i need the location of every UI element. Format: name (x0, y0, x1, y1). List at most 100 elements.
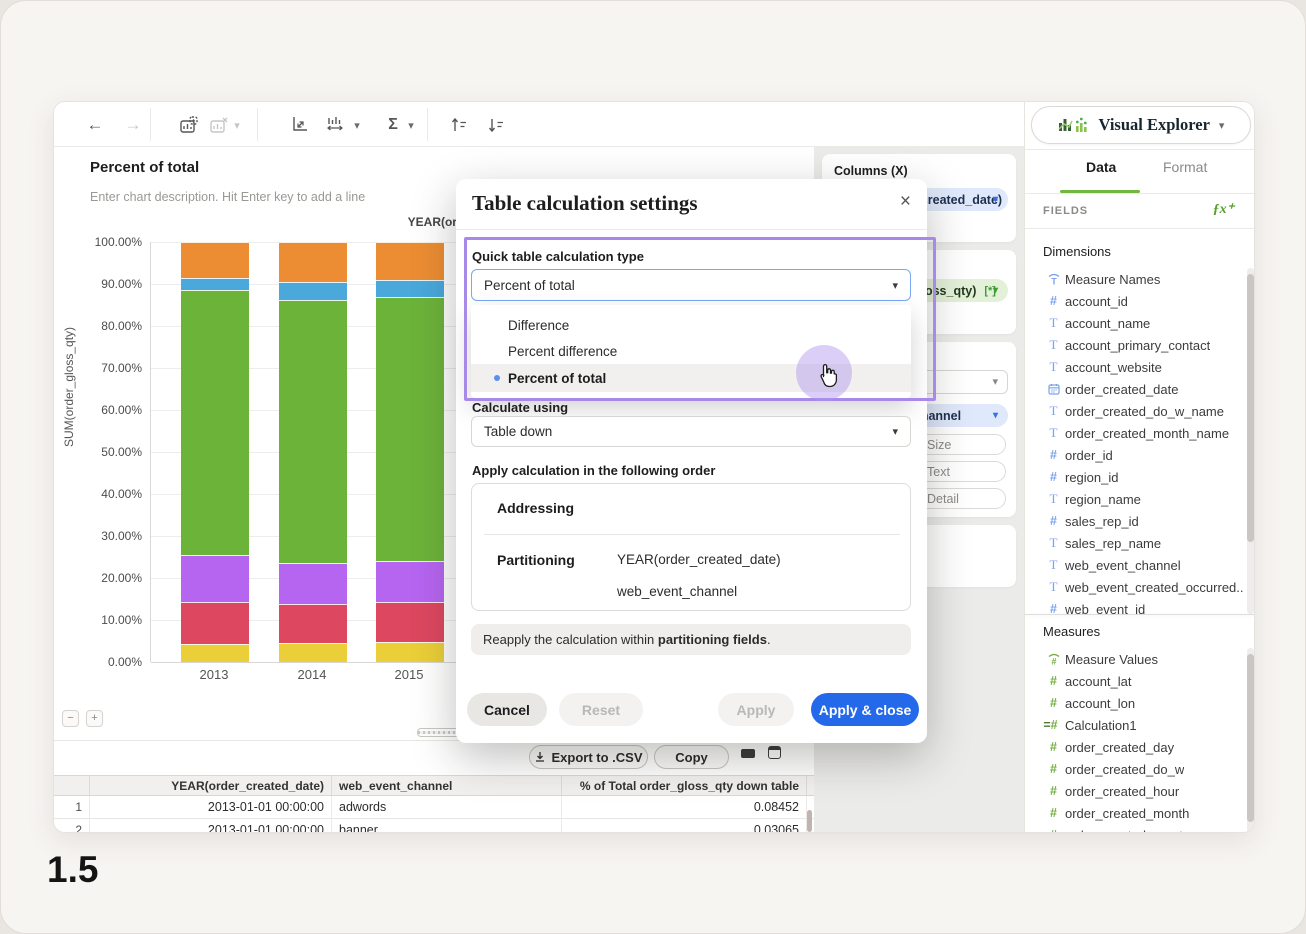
apply-order-label: Apply calculation in the following order (472, 463, 715, 478)
sort-descending-icon[interactable] (483, 112, 509, 138)
cancel-button[interactable]: Cancel (467, 693, 547, 726)
back-icon[interactable]: ← (82, 112, 108, 138)
field-label: Calculation1 (1065, 718, 1137, 733)
bar-segment-segment_purple[interactable] (376, 561, 444, 601)
dimension-field-item[interactable]: Torder_created_do_w_name (1025, 400, 1243, 422)
pill-caret-icon[interactable]: ▾ (993, 285, 998, 296)
dimension-field-item[interactable]: Taccount_primary_contact (1025, 334, 1243, 356)
calculate-using-label: Calculate using (472, 400, 568, 415)
table-vertical-scrollbar[interactable] (807, 810, 812, 832)
bar-segment-segment_yellow[interactable] (181, 644, 249, 662)
measure-field-item[interactable]: #order_created_hour (1025, 780, 1243, 802)
dimension-field-item[interactable]: #web_event_id (1025, 598, 1243, 614)
pill-caret-icon[interactable]: ▾ (993, 410, 998, 421)
field-label: order_created_hour (1065, 784, 1179, 799)
bar-segment-segment_red[interactable] (376, 602, 444, 643)
tab-format[interactable]: Format (1163, 159, 1207, 175)
measure-field-item[interactable]: #Measure Values (1025, 648, 1243, 670)
apply-and-close-button[interactable]: Apply & close (811, 693, 919, 726)
reset-button[interactable]: Reset (559, 693, 643, 726)
dimension-field-item[interactable]: Tregion_name (1025, 488, 1243, 510)
chart-description-placeholder[interactable]: Enter chart description. Hit Enter key t… (90, 190, 365, 204)
dimension-field-item[interactable]: Tweb_event_channel (1025, 554, 1243, 576)
measure-field-item[interactable]: #account_lon (1025, 692, 1243, 714)
field-label: account_name (1065, 316, 1150, 331)
measure-field-item[interactable]: #order_created_do_w (1025, 758, 1243, 780)
add-calculation-icon[interactable]: ƒx⁺ (1213, 201, 1234, 218)
dimension-field-item[interactable]: Torder_created_month_name (1025, 422, 1243, 444)
bar-segment-segment_blue[interactable] (279, 282, 347, 299)
zoom-in-button[interactable]: + (86, 710, 103, 727)
dimension-field-item[interactable]: Tweb_event_created_occurred... (1025, 576, 1243, 598)
collapse-table-icon[interactable] (741, 749, 755, 758)
copy-button[interactable]: Copy (654, 745, 729, 769)
bar-segment-segment_green[interactable] (181, 290, 249, 555)
stacked-bar-2013[interactable] (181, 242, 249, 662)
bar-segment-segment_purple[interactable] (279, 563, 347, 604)
table-header-cell[interactable]: % of Total order_gloss_qty down table (562, 776, 807, 795)
chart-title[interactable]: Percent of total (90, 159, 199, 176)
measure-field-item[interactable]: #order_created_month (1025, 802, 1243, 824)
chart-horizontal-scrollbar[interactable] (417, 728, 461, 737)
bar-segment-segment_red[interactable] (279, 604, 347, 643)
table-header-cell[interactable]: YEAR(order_created_date) (90, 776, 332, 795)
dimensions-scrollbar-thumb[interactable] (1247, 274, 1254, 542)
bar-segment-segment_blue[interactable] (181, 278, 249, 291)
y-tick-label: 0.00% (72, 655, 142, 669)
measure-field-item[interactable]: #account_lat (1025, 670, 1243, 692)
bar-segment-segment_orange[interactable] (279, 242, 347, 282)
toolbar-divider (150, 108, 151, 141)
measure-field-item[interactable]: #order_created_quarter (1025, 824, 1243, 833)
selected-dot-icon (494, 375, 500, 381)
expand-table-icon[interactable] (768, 746, 781, 759)
chart-type-icon[interactable] (322, 112, 348, 138)
measure-field-item[interactable]: =#Calculation1 (1025, 714, 1243, 736)
aggregate-sigma-icon[interactable]: Σ (380, 112, 406, 138)
dimension-field-item[interactable]: #sales_rep_id (1025, 510, 1243, 532)
bar-segment-segment_orange[interactable] (376, 242, 444, 280)
quick-calc-type-select[interactable]: Percent of total ▾ (471, 269, 911, 301)
bar-segment-segment_green[interactable] (279, 300, 347, 564)
export-csv-button[interactable]: Export to .CSV (529, 745, 648, 769)
bar-segment-segment_yellow[interactable] (376, 642, 444, 662)
calculate-using-value: Table down (484, 424, 552, 439)
stacked-bar-2014[interactable] (279, 242, 347, 662)
bar-segment-segment_blue[interactable] (376, 280, 444, 297)
dimension-field-item[interactable]: Tsales_rep_name (1025, 532, 1243, 554)
bar-segment-segment_green[interactable] (376, 297, 444, 562)
table-header-cell[interactable]: web_event_channel (332, 776, 562, 795)
duplicate-chart-icon[interactable] (176, 112, 202, 138)
measures-scrollbar-thumb[interactable] (1247, 654, 1254, 822)
apply-button[interactable]: Apply (718, 693, 794, 726)
close-icon[interactable]: × (900, 191, 911, 213)
tab-data[interactable]: Data (1086, 159, 1116, 175)
calculate-using-select[interactable]: Table down ▾ (471, 416, 911, 447)
swap-axes-icon[interactable] (286, 112, 312, 138)
table-header-cell[interactable] (54, 776, 90, 795)
field-label: region_id (1065, 470, 1119, 485)
zoom-out-button[interactable]: − (62, 710, 79, 727)
measure-field-item[interactable]: #order_created_day (1025, 736, 1243, 758)
bar-segment-segment_yellow[interactable] (279, 643, 347, 662)
dimension-field-item[interactable]: order_created_date (1025, 378, 1243, 400)
columns-shelf-label: Columns (X) (834, 164, 908, 178)
y-tick-label: 50.00% (72, 445, 142, 459)
dimension-field-item[interactable]: #region_id (1025, 466, 1243, 488)
dimension-field-item[interactable]: TMeasure Names (1025, 268, 1243, 290)
stacked-bar-2015[interactable] (376, 242, 444, 662)
sort-ascending-icon[interactable] (446, 112, 472, 138)
dimension-field-item[interactable]: Taccount_website (1025, 356, 1243, 378)
table-row[interactable]: 12013-01-01 00:00:00adwords0.08452 (54, 796, 814, 819)
table-row[interactable]: 22013-01-01 00:00:00banner0.03065 (54, 819, 814, 833)
chart-type-caret-icon[interactable]: ▾ (350, 112, 364, 138)
dimension-field-item[interactable]: Taccount_name (1025, 312, 1243, 334)
aggregate-caret-icon[interactable]: ▾ (404, 112, 418, 138)
bar-segment-segment_purple[interactable] (181, 555, 249, 602)
dimension-field-item[interactable]: #account_id (1025, 290, 1243, 312)
bar-segment-segment_red[interactable] (181, 602, 249, 644)
pill-caret-icon[interactable]: ▾ (993, 194, 998, 205)
dimension-field-item[interactable]: #order_id (1025, 444, 1243, 466)
bar-segment-segment_orange[interactable] (181, 242, 249, 278)
visual-explorer-button[interactable]: Visual Explorer ▾ (1031, 106, 1251, 144)
dropdown-option[interactable]: Difference (471, 312, 911, 338)
